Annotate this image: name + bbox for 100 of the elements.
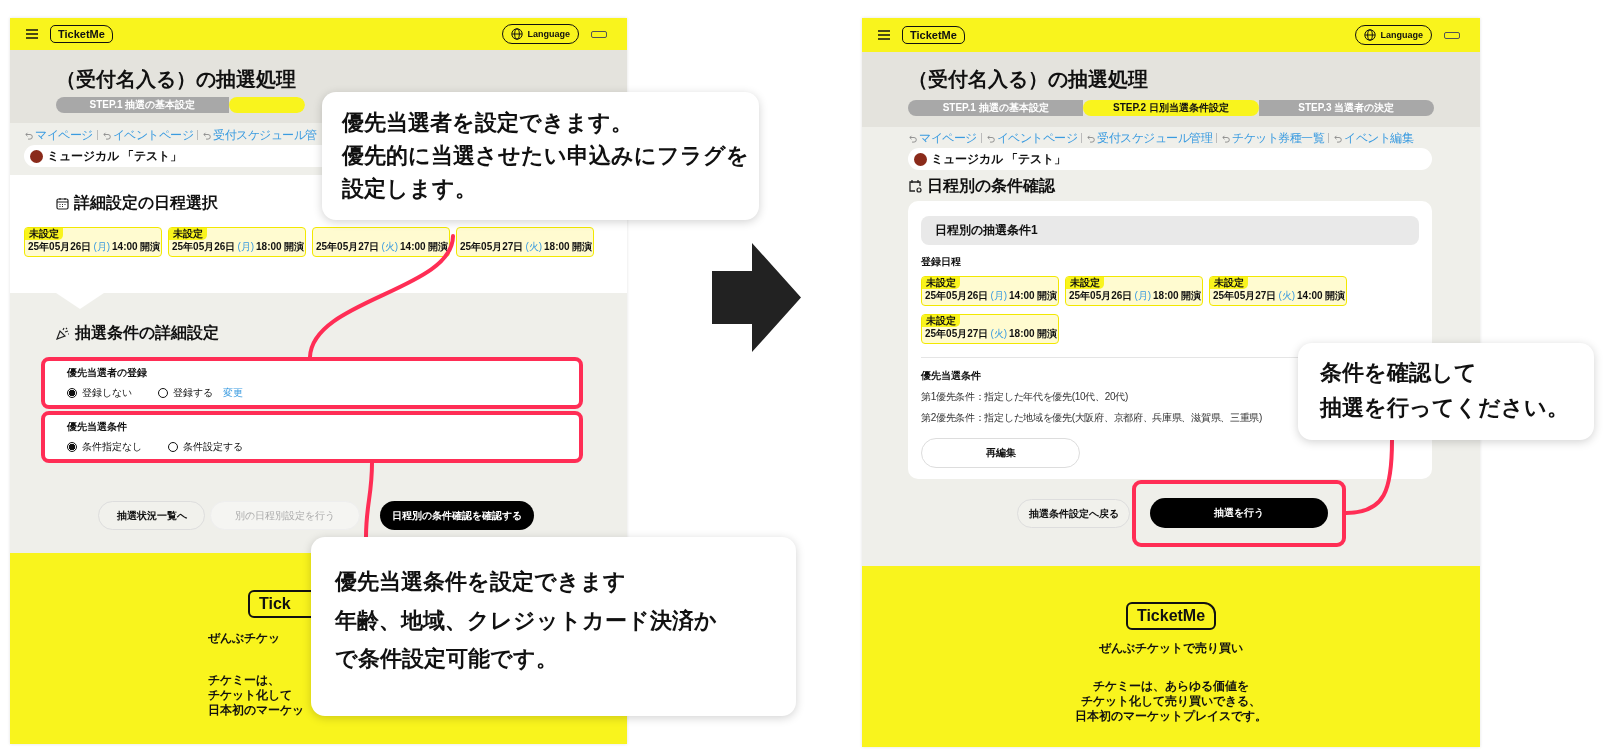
schedule-date: 25年05月26日 [28, 240, 92, 254]
tagline: ぜんぶチケットで売り買い [1099, 640, 1243, 657]
weekday-label: (月) [1134, 289, 1152, 303]
callout-text: 優先的に当選させたい申込みにフラグを [342, 142, 749, 170]
section-heading: 抽選条件の詳細設定 [75, 323, 219, 343]
calendar-icon [56, 196, 69, 210]
menu-icon[interactable] [26, 29, 38, 39]
event-thumbnail [914, 152, 927, 166]
schedule-chip[interactable]: 未設定 25年05月26日 (月) 14:00 開演 [24, 227, 162, 257]
radio-label: 条件設定する [183, 440, 243, 454]
field-label: 優先当選条件 [921, 369, 981, 383]
small-badge-icon [591, 30, 607, 38]
show-time: 14:00 開演 [400, 240, 449, 254]
status-tag: 未設定 [25, 228, 63, 240]
return-arrow-icon [1333, 133, 1342, 143]
radio-label: 条件指定なし [82, 440, 142, 454]
schedule-date: 25年05月27日 [460, 240, 524, 254]
schedule-date: 25年05月27日 [925, 327, 989, 341]
description-line: チケミーは、あらゆる価値を [1093, 679, 1249, 694]
right-arrow-icon [712, 243, 801, 352]
schedule-chip[interactable]: 25年05月27日 (火) 14:00 開演 [312, 227, 450, 257]
footer-logo: TicketMe [1125, 602, 1217, 630]
callout-text: 年齢、地域、クレジットカード決済か [335, 606, 717, 635]
return-arrow-icon [1086, 133, 1095, 143]
show-time: 14:00 開演 [112, 240, 161, 254]
edit-button[interactable]: 再編集 [921, 438, 1080, 468]
radio-button[interactable] [67, 388, 77, 398]
callout-text: 優先当選者を設定できます。 [342, 109, 633, 137]
logo[interactable]: TicketMe [902, 26, 965, 44]
schedule-date: 25年05月26日 [1069, 289, 1133, 303]
status-tag: 未設定 [922, 315, 960, 327]
globe-icon [511, 28, 524, 40]
weekday-label: (月) [93, 240, 111, 254]
status-tag: 未設定 [922, 277, 960, 289]
weekday-label: (火) [525, 240, 543, 254]
callout-text: 設定します。 [342, 175, 477, 203]
description-line: 日本初のマーケットプレイスです。 [1075, 709, 1267, 724]
event-thumbnail [30, 149, 43, 163]
return-arrow-icon [202, 130, 211, 140]
schedule-date: 25年05月26日 [172, 240, 236, 254]
action-button[interactable]: 抽選条件設定へ戻る [1017, 499, 1130, 528]
globe-icon [1364, 29, 1377, 41]
schedule-chip[interactable]: 25年05月27日 (火) 18:00 開演 [456, 227, 594, 257]
show-time: 18:00 開演 [544, 240, 593, 254]
description-line: チケット化して [208, 688, 292, 703]
schedule-chip[interactable]: 未設定 25年05月26日 (月) 14:00 開演 [921, 276, 1059, 306]
action-button[interactable]: 抽選状況一覧へ [98, 501, 205, 530]
schedule-chip[interactable]: 未設定 25年05月27日 (火) 14:00 開演 [1209, 276, 1347, 306]
setting-label: 優先当選者の登録 [67, 366, 148, 380]
show-time: 18:00 開演 [1153, 289, 1202, 303]
schedule-chip[interactable]: 未設定 25年05月27日 (火) 18:00 開演 [921, 314, 1059, 344]
callout-text: 条件を確認して [1320, 359, 1477, 387]
action-button[interactable]: 日程別の条件確認を確認する [380, 501, 534, 530]
callout-text: 抽選を行ってください。 [1320, 394, 1569, 423]
callout-text: 優先当選条件を設定できます [335, 568, 626, 596]
radio-label: 登録しない [82, 386, 132, 400]
schedule-date: 25年05月27日 [1213, 289, 1277, 303]
weekday-label: (月) [237, 240, 255, 254]
return-arrow-icon [1221, 133, 1230, 143]
logo[interactable]: TicketMe [50, 25, 113, 43]
calendar-check-icon [908, 179, 922, 193]
weekday-label: (月) [990, 289, 1008, 303]
status-tag: 未設定 [1066, 277, 1104, 289]
return-arrow-icon [24, 130, 33, 140]
section-heading: 詳細設定の日程選択 [74, 193, 218, 213]
weekday-label: (火) [381, 240, 399, 254]
small-badge-icon [1444, 31, 1460, 39]
action-button[interactable]: 抽選を行う [1150, 498, 1328, 528]
weekday-label: (火) [990, 327, 1008, 341]
tagline: ぜんぶチケッ [208, 630, 280, 647]
status-tag: 未設定 [1210, 277, 1248, 289]
radio-button[interactable] [67, 442, 77, 452]
schedule-chip[interactable]: 未設定 25年05月26日 (月) 18:00 開演 [168, 227, 306, 257]
condition-text: 第1優先条件：指定した年代を優先(10代、20代) [921, 390, 1128, 404]
schedule-chip[interactable]: 未設定 25年05月26日 (月) 18:00 開演 [1065, 276, 1203, 306]
show-time: 14:00 開演 [1297, 289, 1346, 303]
step-tab[interactable]: STEP.2 日別当選条件設定 [1083, 100, 1259, 116]
setting-label: 優先当選条件 [67, 420, 128, 434]
schedule-date: 25年05月27日 [316, 240, 380, 254]
page-title: （受付名入る）の抽選処理 [56, 67, 297, 92]
condition-text: 第2優先条件：指定した地域を優先(大阪府、京都府、兵庫県、滋賀県、三重県) [921, 411, 1263, 425]
radio-label: 登録する [173, 386, 213, 400]
section-heading: 日程別の条件確認 [927, 176, 1055, 196]
schedule-date: 25年05月26日 [925, 289, 989, 303]
event-name: ミュージカル 「テスト」 [47, 147, 183, 165]
party-popper-icon [56, 326, 70, 340]
status-tag: 未設定 [169, 228, 207, 240]
return-arrow-icon [985, 133, 995, 143]
return-arrow-icon [908, 133, 917, 143]
description-line: チケミーは、 [208, 673, 280, 688]
callout-text: で条件設定可能です。 [335, 645, 558, 673]
weekday-label: (火) [1278, 289, 1296, 303]
show-time: 18:00 開演 [1009, 327, 1058, 341]
card-title: 日程別の抽選条件1 [921, 216, 1419, 245]
description-line: 日本初のマーケッ [208, 703, 304, 718]
show-time: 18:00 開演 [256, 240, 305, 254]
menu-icon[interactable] [878, 30, 890, 40]
page-title: （受付名入る）の抽選処理 [908, 67, 1149, 92]
return-arrow-icon [101, 130, 111, 140]
description-line: チケット化して売り買いできる、 [1081, 694, 1261, 709]
